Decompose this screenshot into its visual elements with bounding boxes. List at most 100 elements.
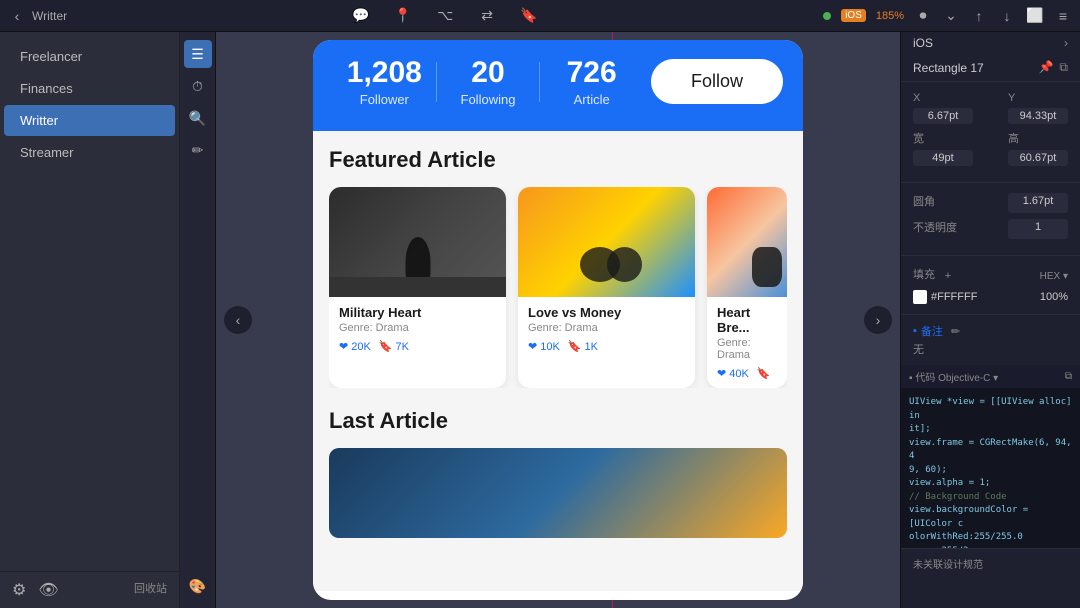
copy-code-icon[interactable]: ⧉ xyxy=(1065,371,1072,382)
element-header: Rectangle 17 📌 ⧉ xyxy=(901,54,1080,82)
fill-opacity[interactable]: 100% xyxy=(1040,291,1068,303)
footer-note-section: 未关联设计规范 xyxy=(901,548,1080,579)
fill-color-row: #FFFFFF 100% xyxy=(913,290,1068,304)
position-section: X 6.67pt Y 94.33pt 宽 49pt 高 60.67pt xyxy=(901,82,1080,183)
article-card-2[interactable]: Love vs Money Genre: Drama ❤ 10K 🔖 1K xyxy=(518,187,695,388)
likes-3: ❤ 40K xyxy=(717,367,749,380)
element-name: Rectangle 17 xyxy=(913,61,984,75)
article-title-3: Heart Bre... xyxy=(717,305,777,335)
sidebar-item-streamer[interactable]: Streamer xyxy=(4,137,175,168)
platform-bar: iOS › xyxy=(901,32,1080,54)
settings-icon[interactable]: ⚙ xyxy=(12,580,26,600)
platform-label: iOS xyxy=(913,36,933,50)
sidebar-footer: ⚙ 👁 回收站 xyxy=(0,571,179,608)
tools-bar: ☰ ⏱ 🔍 ✏ 🎨 xyxy=(180,32,216,608)
pin-icon[interactable]: 📌 xyxy=(1038,60,1053,75)
back-icon[interactable]: ‹ xyxy=(8,7,26,25)
y-label: Y xyxy=(1008,92,1068,104)
tool-layers[interactable]: ☰ xyxy=(184,40,212,68)
status-dot xyxy=(823,12,831,20)
featured-articles-row: Military Heart Genre: Drama ❤ 20K 🔖 7K xyxy=(329,187,787,388)
zoom-level: 185% xyxy=(876,10,904,22)
nav-prev-button[interactable]: ‹ xyxy=(224,306,252,334)
y-value[interactable]: 94.33pt xyxy=(1008,108,1068,124)
tool-palette[interactable]: 🎨 xyxy=(184,572,212,600)
last-section-title: Last Article xyxy=(329,408,787,434)
stats-row: 1,208 Follower 20 Following 726 Article … xyxy=(333,56,783,107)
zoom-badge: iOS xyxy=(841,9,866,22)
article-meta-3: ❤ 40K 🔖 xyxy=(717,367,777,380)
record-icon[interactable]: ⏺ xyxy=(914,7,932,25)
sidebar-item-writter[interactable]: Writter xyxy=(4,105,175,136)
note-header: ▪ 备注 ✏ xyxy=(913,323,1068,339)
nav-next-button[interactable]: › xyxy=(864,306,892,334)
note-section: ▪ 备注 ✏ 无 xyxy=(901,315,1080,365)
location-icon[interactable]: 📍 xyxy=(394,7,412,25)
bookmark-top-icon[interactable]: 🔖 xyxy=(520,7,538,25)
element-icons: 📌 ⧉ xyxy=(1038,60,1068,75)
x-label: X xyxy=(913,92,973,104)
wh-row: 宽 49pt 高 60.67pt xyxy=(913,130,1068,166)
color-swatch[interactable] xyxy=(913,290,927,304)
expand-icon[interactable]: › xyxy=(1064,36,1068,50)
height-value[interactable]: 60.67pt xyxy=(1008,150,1068,166)
canvas-area: ‹ 21pt 1,208 Follower 20 Following xyxy=(216,32,900,608)
note-value: 无 xyxy=(913,341,1068,357)
download-icon[interactable]: ↓ xyxy=(998,7,1016,25)
window-icon[interactable]: ⬜ xyxy=(1026,7,1044,25)
fill-color-left: #FFFFFF xyxy=(913,290,977,304)
hex-label: HEX ▾ xyxy=(1040,271,1068,282)
tool-pen[interactable]: ✏ xyxy=(184,136,212,164)
article-img-2 xyxy=(518,187,695,297)
opacity-value[interactable]: 1 xyxy=(1008,219,1068,239)
app-title: Writter xyxy=(32,9,67,23)
phone-body[interactable]: Featured Article Military Heart Genre: D… xyxy=(313,131,803,591)
code-line-1: UIView *view = [[UIView alloc] in xyxy=(909,396,1072,423)
article-info-3: Heart Bre... Genre: Drama ❤ 40K 🔖 xyxy=(707,297,787,388)
article-img-3 xyxy=(707,187,787,297)
article-meta-2: ❤ 10K 🔖 1K xyxy=(528,340,685,353)
article-label: Article xyxy=(540,92,643,107)
width-value[interactable]: 49pt xyxy=(913,150,973,166)
radius-value[interactable]: 1.67pt xyxy=(1008,193,1068,213)
tool-search[interactable]: 🔍 xyxy=(184,104,212,132)
fill-add-icon[interactable]: + xyxy=(939,267,957,285)
fill-left: 填充 + xyxy=(913,266,957,286)
style-section: 圆角 1.67pt 不透明度 1 xyxy=(901,183,1080,256)
code-icon[interactable]: ⌥ xyxy=(436,7,454,25)
code-line-3: view.frame = CGRectMake(6, 94, 4 xyxy=(909,437,1072,464)
article-card-3[interactable]: Heart Bre... Genre: Drama ❤ 40K 🔖 xyxy=(707,187,787,388)
stat-article: 726 Article xyxy=(540,56,643,107)
x-value[interactable]: 6.67pt xyxy=(913,108,973,124)
sidebar-item-freelancer[interactable]: Freelancer xyxy=(4,41,175,72)
eye-icon[interactable]: 👁 xyxy=(38,580,58,600)
tool-history[interactable]: ⏱ xyxy=(184,72,212,100)
chat-icon[interactable]: 💬 xyxy=(352,7,370,25)
article-img-1 xyxy=(329,187,506,297)
menu-icon[interactable]: ≡ xyxy=(1054,7,1072,25)
sidebar-item-finances[interactable]: Finances xyxy=(4,73,175,104)
article-genre-1: Genre: Drama xyxy=(339,322,496,334)
bookmarks-3: 🔖 xyxy=(757,367,771,380)
article-card-1[interactable]: Military Heart Genre: Drama ❤ 20K 🔖 7K xyxy=(329,187,506,388)
copy-icon[interactable]: ⧉ xyxy=(1059,60,1068,75)
following-value: 20 xyxy=(437,56,540,90)
height-label: 高 xyxy=(1008,130,1068,146)
code-line-5: view.alpha = 1; xyxy=(909,477,1072,491)
share-icon[interactable]: ↑ xyxy=(970,7,988,25)
follower-value: 1,208 xyxy=(333,56,436,90)
edit-icon[interactable]: ✏ xyxy=(951,325,960,338)
article-value: 726 xyxy=(540,56,643,90)
phone-frame: 1,208 Follower 20 Following 726 Article … xyxy=(313,40,803,600)
footer-note: 未关联设计规范 xyxy=(913,560,983,571)
xy-row: X 6.67pt Y 94.33pt xyxy=(913,92,1068,124)
top-bar-right: iOS 185% ⏺ ⌄ ↑ ↓ ⬜ ≡ xyxy=(823,7,1072,25)
swap-icon[interactable]: ⇄ xyxy=(478,7,496,25)
opacity-row: 不透明度 1 xyxy=(913,219,1068,239)
follow-button[interactable]: Follow xyxy=(651,59,783,104)
following-label: Following xyxy=(437,92,540,107)
article-info-2: Love vs Money Genre: Drama ❤ 10K 🔖 1K xyxy=(518,297,695,361)
chevron-icon[interactable]: ⌄ xyxy=(942,7,960,25)
top-bar-left: ‹ Writter xyxy=(8,7,67,25)
width-label: 宽 xyxy=(913,130,973,146)
